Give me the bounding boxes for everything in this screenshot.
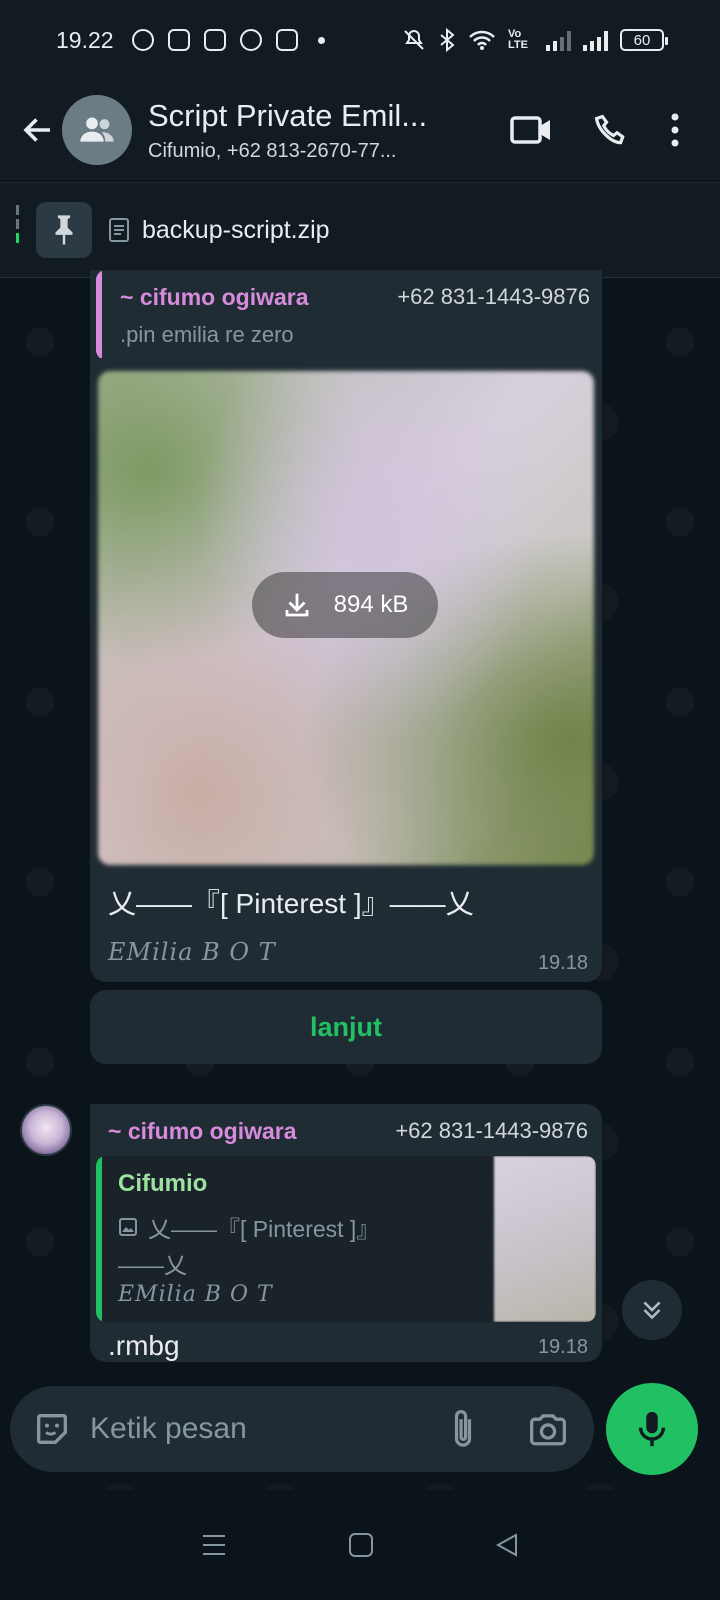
double-chevron-down-icon <box>643 1301 661 1320</box>
message-time: 19.18 <box>537 952 588 974</box>
quoted-message[interactable]: ~ cifumo ogiwara +62 831-1443-9876 .pin … <box>96 270 596 360</box>
pinned-indicator <box>16 205 19 257</box>
status-bar: 19.22 Vo LTE 60 <box>0 0 720 80</box>
bot-signature: EMilia B O T <box>108 938 276 966</box>
quote-accent-bar <box>96 1156 102 1322</box>
sender-avatar[interactable] <box>20 1104 72 1156</box>
download-image-button[interactable]: 894 kB <box>252 572 438 638</box>
chat-participants: Cifumio, +62 813-2670-77... <box>148 139 397 162</box>
quote-sender-phone: +62 831-1443-9876 <box>397 284 590 309</box>
message-time: 19.18 <box>537 1336 588 1358</box>
sender-name[interactable]: ~ cifumo ogiwara <box>108 1118 297 1145</box>
sender-phone: +62 831-1443-9876 <box>395 1118 588 1143</box>
quote-author: Cifumio <box>118 1170 208 1197</box>
bluetooth-icon <box>440 28 455 52</box>
image-caption: 乂——『[ Pinterest ]』——乂 <box>108 888 474 919</box>
microphone-icon <box>638 1411 666 1447</box>
wifi-icon <box>469 30 495 50</box>
lanjut-button[interactable]: lanjut <box>90 990 602 1064</box>
chat-header: Script Private Emil... Cifumio, +62 813-… <box>0 80 720 180</box>
group-avatar[interactable] <box>62 95 132 165</box>
discord-icon <box>203 29 226 51</box>
quote-signature: EMilia B O T <box>118 1282 273 1307</box>
quote-accent-bar <box>96 270 102 358</box>
battery-indicator: 60 <box>620 29 668 51</box>
message-bubble[interactable]: ~ cifumo ogiwara +62 831-1443-9876 .pin … <box>90 270 602 982</box>
attachment-icon[interactable] <box>450 1408 476 1450</box>
more-notifications-dot <box>317 36 325 44</box>
home-icon[interactable] <box>348 1532 374 1558</box>
pin-button[interactable] <box>36 202 92 258</box>
volte-label: Vo LTE <box>508 28 528 51</box>
voice-call-icon[interactable] <box>592 111 630 149</box>
pinned-file-name: backup-script.zip <box>142 215 330 244</box>
quote-sender-name: ~ cifumo ogiwara <box>120 284 309 310</box>
arrow-back-icon <box>23 118 50 142</box>
quote-thumbnail <box>494 1156 596 1322</box>
chat-bubble-icon <box>239 29 262 51</box>
system-navigation-bar <box>0 1490 720 1600</box>
pin-icon <box>55 215 73 245</box>
signal-icon <box>546 29 571 51</box>
more-options-icon[interactable] <box>670 112 680 148</box>
recent-apps-icon[interactable] <box>200 1532 228 1558</box>
signal-icon <box>583 29 608 51</box>
message-composer <box>10 1386 594 1472</box>
quote-line-2: ——乂 <box>118 1252 187 1278</box>
image-icon <box>119 1218 137 1236</box>
quote-line-1: 乂——『[ Pinterest ]』 <box>148 1216 380 1242</box>
document-icon <box>109 218 129 242</box>
discord-icon <box>167 29 190 51</box>
back-nav-icon[interactable] <box>494 1532 520 1558</box>
whatsapp-icon <box>131 29 154 51</box>
video-call-icon[interactable] <box>510 114 552 146</box>
voice-message-button[interactable] <box>606 1383 698 1475</box>
message-bubble[interactable]: ~ cifumo ogiwara +62 831-1443-9876 Cifum… <box>90 1104 602 1362</box>
status-time: 19.22 <box>56 26 114 53</box>
scroll-to-bottom-button[interactable] <box>622 1280 682 1340</box>
quoted-message[interactable]: Cifumio 乂——『[ Pinterest ]』 ——乂 EMilia B … <box>96 1156 596 1322</box>
quote-text: .pin emilia re zero <box>120 322 294 347</box>
chat-info[interactable]: Script Private Emil... Cifumio, +62 813-… <box>148 98 448 163</box>
message-input[interactable] <box>90 1412 410 1446</box>
chat-title: Script Private Emil... <box>148 97 428 133</box>
mute-bell-icon <box>404 29 424 50</box>
sticker-icon[interactable] <box>32 1409 72 1449</box>
group-icon <box>80 117 114 142</box>
download-icon <box>285 593 309 617</box>
image-size: 894 kB <box>333 591 409 618</box>
instagram-icon <box>275 29 298 51</box>
back-button[interactable] <box>8 100 68 160</box>
message-text: .rmbg <box>108 1330 180 1361</box>
camera-icon[interactable] <box>528 1411 568 1447</box>
pinned-message-bar[interactable]: backup-script.zip <box>0 182 720 278</box>
